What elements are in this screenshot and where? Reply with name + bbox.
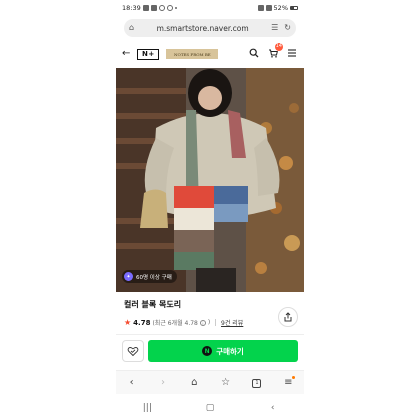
recent-apps-icon[interactable]: ||| xyxy=(138,403,156,413)
naver-plus-logo[interactable]: N+ xyxy=(137,48,160,60)
purchase-action-bar: N 구매하기 xyxy=(116,334,304,366)
search-icon[interactable] xyxy=(248,48,260,61)
battery-percent: 52% xyxy=(273,4,288,12)
back-arrow-icon[interactable]: ← xyxy=(122,49,130,59)
wifi-icon xyxy=(257,5,264,11)
home-button-icon[interactable]: ▢ xyxy=(201,403,219,413)
browser-menu-icon[interactable]: ≡ xyxy=(279,375,297,388)
phone-screen: 18:39 52% ⌂ m.smartstore.naver.com ☰ ↻ ←… xyxy=(116,0,304,420)
signal-icon xyxy=(265,5,272,11)
rating-note-close: ) xyxy=(207,319,211,326)
rating-value: 4.78 xyxy=(133,318,151,327)
review-link[interactable]: 9건 리뷰 xyxy=(221,318,243,327)
share-button[interactable] xyxy=(278,307,298,327)
tabs-button[interactable]: 1 xyxy=(248,377,266,388)
bookmark-star-icon[interactable]: ☆ xyxy=(217,377,235,388)
info-icon[interactable]: i xyxy=(199,319,206,326)
buy-now-label: 구매하기 xyxy=(216,346,244,356)
cart-count-badge: 14 xyxy=(274,42,283,51)
notification-icon xyxy=(150,5,157,11)
rating-row: ★ 4.78 (최근 6개월 4.78 i ) 9건 리뷰 xyxy=(124,318,243,327)
notification-icon xyxy=(158,5,165,11)
settings-notification-icon xyxy=(166,5,173,11)
hamburger-menu-icon[interactable] xyxy=(286,48,298,61)
npay-icon: N xyxy=(202,346,213,356)
status-time: 18:39 xyxy=(122,4,141,12)
store-header: ← N+ NOTES FROM BE 14 xyxy=(116,42,304,65)
android-nav-bar: ||| ▢ ‹ xyxy=(116,396,304,420)
product-title: 컬러 블록 목도리 xyxy=(124,300,182,309)
star-icon: ★ xyxy=(124,317,132,327)
tabs-count: 1 xyxy=(252,379,262,388)
system-back-icon[interactable]: ‹ xyxy=(264,403,282,413)
status-bar: 18:39 52% xyxy=(116,0,304,16)
product-image[interactable]: ✦ 60명 이상 구매 xyxy=(116,68,304,292)
heart-check-icon xyxy=(127,347,139,357)
buyers-badge-icon: ✦ xyxy=(124,272,133,281)
cart-icon[interactable]: 14 xyxy=(267,42,283,61)
menu-notification-dot xyxy=(292,375,296,379)
forward-icon[interactable]: › xyxy=(154,377,172,388)
buy-now-button[interactable]: N 구매하기 xyxy=(148,340,298,362)
address-bar[interactable]: ⌂ m.smartstore.naver.com ☰ ↻ xyxy=(124,19,296,37)
rating-note: (최근 6개월 4.78 xyxy=(152,320,198,327)
buyers-count-badge: ✦ 60명 이상 구매 xyxy=(122,270,177,283)
more-notifications-icon xyxy=(174,7,177,9)
refresh-icon[interactable]: ↻ xyxy=(284,24,291,32)
status-right: 52% xyxy=(257,4,298,12)
notification-icon xyxy=(142,5,149,11)
battery-icon xyxy=(290,6,298,10)
reader-mode-icon[interactable]: ☰ xyxy=(271,24,278,32)
buyers-count-text: 60명 이상 구매 xyxy=(136,274,172,281)
product-photo-art xyxy=(116,68,304,292)
divider xyxy=(215,319,217,326)
browser-bottom-nav: ‹ › ⌂ ☆ 1 ≡ xyxy=(116,370,304,394)
home-icon[interactable]: ⌂ xyxy=(185,377,203,388)
share-icon xyxy=(284,312,292,322)
status-left: 18:39 xyxy=(122,4,177,12)
store-banner[interactable]: NOTES FROM BE xyxy=(166,49,219,59)
wishlist-button[interactable] xyxy=(122,340,144,362)
home-icon[interactable]: ⌂ xyxy=(129,24,134,32)
back-icon[interactable]: ‹ xyxy=(123,377,141,388)
url-text[interactable]: m.smartstore.naver.com xyxy=(140,24,265,33)
